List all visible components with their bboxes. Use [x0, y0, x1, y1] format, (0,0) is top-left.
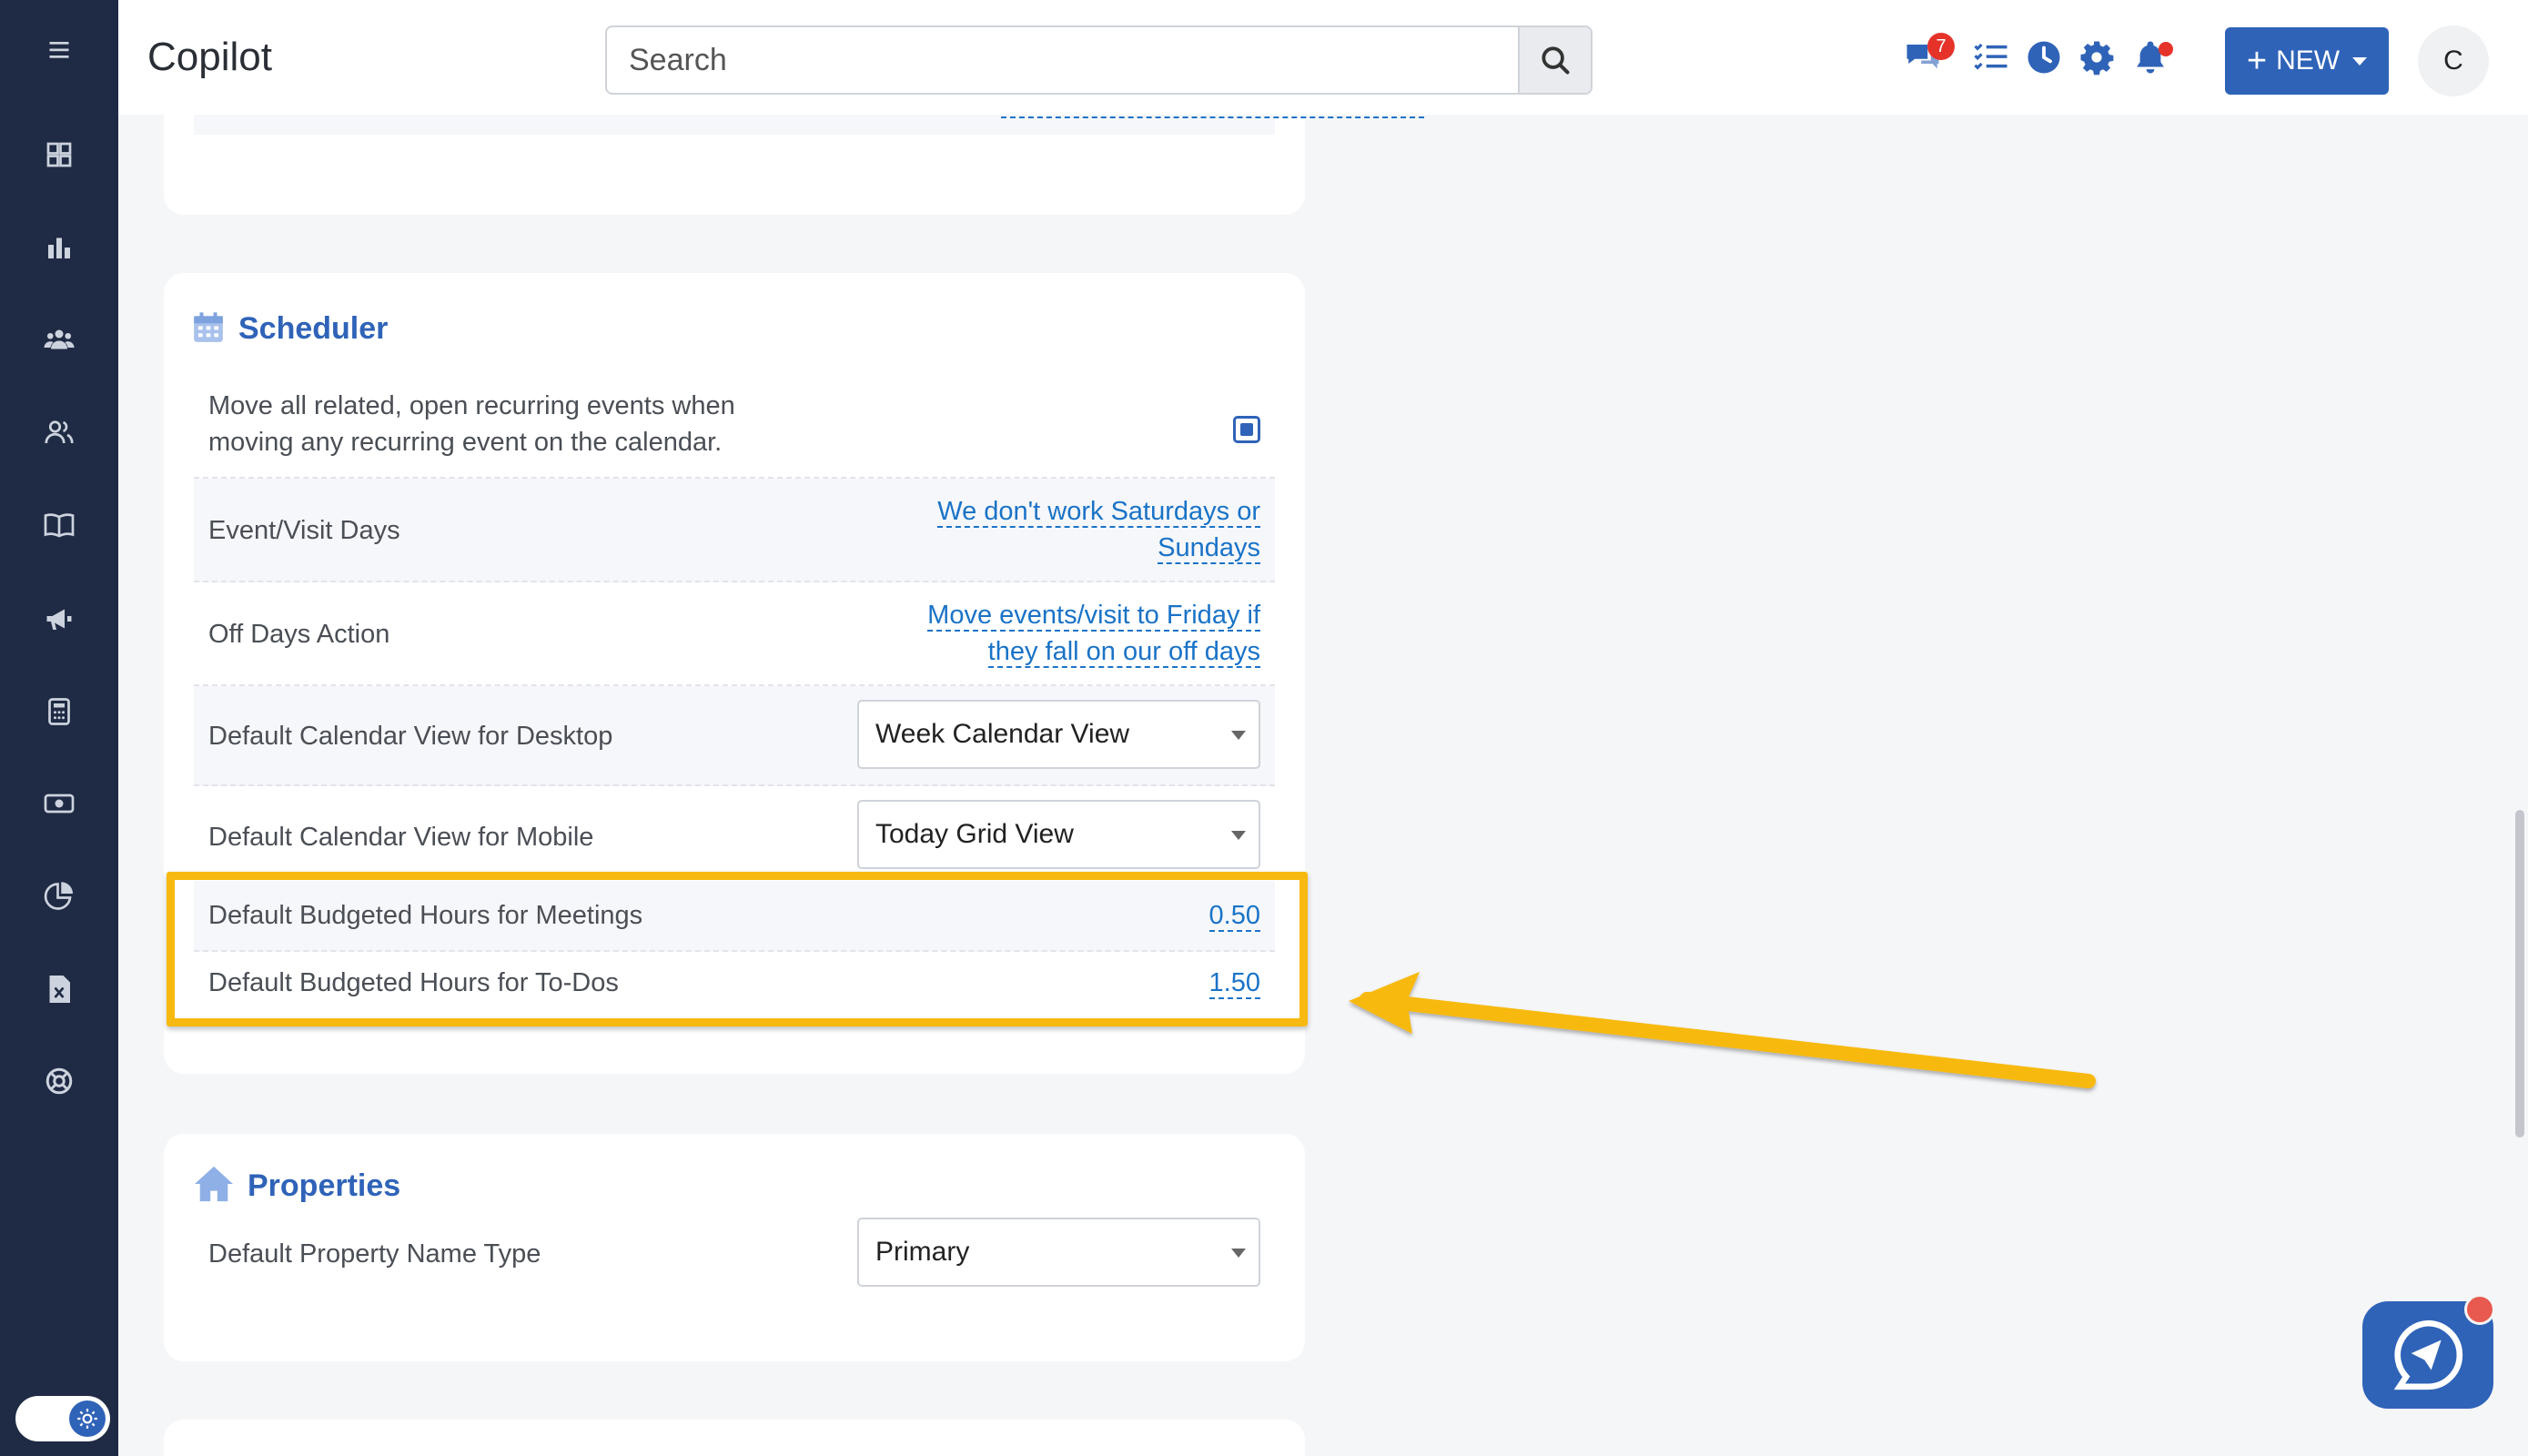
event-visit-days-link[interactable]: We don't work Saturdays or Sundays: [937, 493, 1260, 566]
mobile-calendar-view-row: Default Calendar View for Mobile Today G…: [194, 786, 1275, 881]
task-list-icon: [1974, 43, 2007, 70]
highlight-box: [167, 872, 1308, 1026]
desktop-calendar-view-value: Week Calendar View: [875, 719, 1130, 749]
next-settings-card: [164, 1420, 1305, 1456]
recurring-events-row: Move all related, open recurring events …: [194, 380, 1275, 479]
search-box: [605, 25, 1593, 95]
search-input[interactable]: [607, 27, 1522, 93]
excel-file-icon[interactable]: [36, 966, 82, 1012]
team-users-icon[interactable]: [36, 317, 82, 362]
caret-down-icon: [1231, 831, 1246, 840]
event-visit-days-value-line2: Sundays: [1158, 533, 1260, 564]
new-button[interactable]: + NEW: [2225, 27, 2389, 95]
property-name-type-select[interactable]: Primary: [857, 1218, 1260, 1287]
send-message-icon: [2393, 1320, 2463, 1390]
tasks-button[interactable]: [1970, 36, 2012, 78]
money-bill-icon[interactable]: [36, 781, 82, 826]
off-days-action-label: Off Days Action: [208, 620, 390, 649]
messages-button[interactable]: 7: [1902, 33, 1955, 78]
off-days-action-value-line1: Move events/visit to Friday if: [927, 601, 1260, 632]
caret-down-icon: [1231, 731, 1246, 740]
recurring-events-checkbox[interactable]: [1233, 416, 1260, 443]
desktop-calendar-view-row: Default Calendar View for Desktop Week C…: [194, 686, 1275, 786]
hamburger-menu-icon[interactable]: [36, 27, 82, 73]
notification-dot: [2159, 42, 2173, 56]
annotation-arrow: [1349, 972, 2096, 1088]
user-avatar[interactable]: C: [2418, 25, 2489, 96]
recurring-events-label-line1: Move all related, open recurring events …: [208, 391, 735, 420]
search-button[interactable]: [1518, 27, 1591, 93]
mobile-calendar-view-label: Default Calendar View for Mobile: [208, 823, 594, 852]
sun-icon: [69, 1400, 106, 1437]
properties-card: Properties Default Property Name Type Pr…: [164, 1134, 1305, 1361]
message-count-badge: 7: [1927, 33, 1955, 60]
mobile-calendar-view-select[interactable]: Today Grid View: [857, 800, 1260, 869]
house-icon: [193, 1165, 235, 1208]
previous-link-underline[interactable]: [1001, 115, 1424, 118]
theme-toggle[interactable]: [15, 1396, 110, 1441]
scrollbar-thumb[interactable]: [2515, 810, 2524, 1138]
plus-icon: +: [2246, 42, 2268, 80]
chat-notification-dot: [2464, 1294, 2495, 1325]
recurring-events-label-line2: moving any recurring event on the calend…: [208, 428, 723, 457]
time-tracking-button[interactable]: [2023, 36, 2065, 78]
caret-down-icon: [2352, 56, 2368, 66]
previous-settings-card: [164, 115, 1424, 215]
settings-button[interactable]: [2076, 36, 2118, 78]
caret-down-icon: [1231, 1249, 1246, 1258]
dashboard-grid-icon[interactable]: [36, 132, 82, 177]
gear-icon: [2080, 41, 2114, 76]
calculator-icon[interactable]: [36, 689, 82, 734]
off-days-action-link[interactable]: Move events/visit to Friday if they fall…: [927, 597, 1260, 670]
off-days-action-value-line2: they fall on our off days: [987, 637, 1260, 668]
chat-widget-button[interactable]: [2362, 1294, 2495, 1409]
event-visit-days-label: Event/Visit Days: [208, 516, 400, 545]
book-icon[interactable]: [36, 502, 82, 548]
off-days-action-row: Off Days Action Move events/visit to Fri…: [194, 582, 1275, 686]
pie-chart-icon[interactable]: [36, 874, 82, 919]
property-name-type-row: Default Property Name Type Primary: [194, 1218, 1275, 1318]
megaphone-icon[interactable]: [36, 596, 82, 642]
scheduler-title: Scheduler: [238, 311, 389, 346]
mobile-calendar-view-value: Today Grid View: [875, 819, 1074, 849]
desktop-calendar-view-select[interactable]: Week Calendar View: [857, 700, 1260, 769]
app-title: Copilot: [147, 35, 272, 79]
desktop-calendar-view-label: Default Calendar View for Desktop: [208, 722, 613, 751]
sidebar: [0, 0, 118, 1456]
new-button-label: NEW: [2276, 46, 2341, 76]
recurring-events-label: Move all related, open recurring events …: [208, 388, 735, 460]
calendar-icon: [191, 309, 226, 350]
customers-icon[interactable]: [36, 410, 82, 455]
property-name-type-label: Default Property Name Type: [208, 1239, 541, 1269]
properties-title: Properties: [248, 1168, 401, 1203]
event-visit-days-row: Event/Visit Days We don't work Saturdays…: [194, 479, 1275, 582]
event-visit-days-value-line1: We don't work Saturdays or: [937, 497, 1260, 528]
search-icon: [1542, 46, 1570, 75]
notifications-button[interactable]: [2129, 36, 2173, 78]
reports-bar-chart-icon[interactable]: [36, 225, 82, 270]
support-lifebuoy-icon[interactable]: [36, 1058, 82, 1104]
clock-icon: [2027, 41, 2060, 74]
top-header: Copilot 7 + NEW C: [118, 0, 2528, 115]
property-name-type-value: Primary: [875, 1237, 970, 1267]
checkbox-check-icon: [1240, 423, 1253, 436]
